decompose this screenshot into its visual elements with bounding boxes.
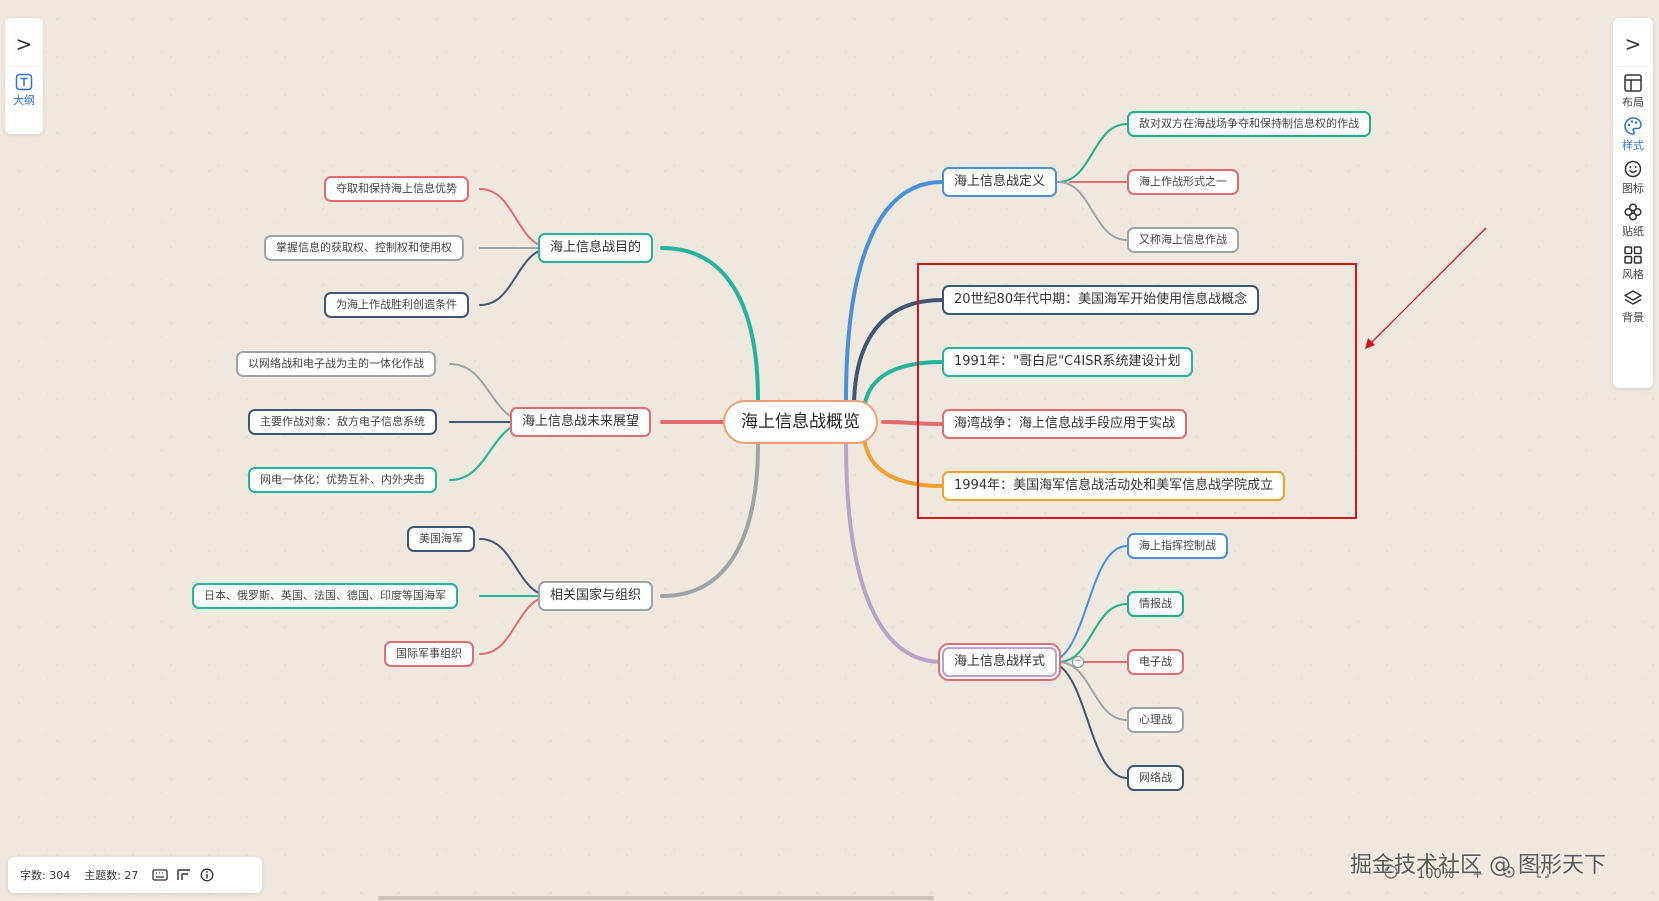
icon-button[interactable]: 图标 (1613, 159, 1653, 196)
edge-styles-2 (1057, 603, 1128, 663)
annotation-arrow (1368, 227, 1487, 346)
word-count: 字数: 304 (20, 869, 71, 882)
smiley-icon (1624, 160, 1642, 178)
layout-button[interactable]: 布局 (1613, 73, 1653, 110)
keyboard-icon[interactable] (152, 868, 169, 882)
divider (9, 66, 39, 67)
edge-root-countries (660, 442, 760, 598)
subtopic-future-2[interactable]: 主要作战对象：敌方电子信息系统 (248, 409, 437, 435)
mindmap-canvas (449, 123, 1487, 779)
left-toolbar: > 大纲 (5, 18, 43, 134)
subtopic-countries-2[interactable]: 日本、俄罗斯、英国、法国、德国、印度等国海军 (192, 583, 458, 609)
icon-label: 图标 (1622, 182, 1644, 195)
background-label: 背景 (1622, 311, 1644, 324)
expand-right-button[interactable]: > (1613, 32, 1653, 56)
subtopic-goal-1[interactable]: 夺取和保持海上信息优势 (324, 176, 469, 202)
sticker-icon (1624, 203, 1642, 221)
watermark: 掘金技术社区 @ 图形天下 (1350, 853, 1606, 878)
info-icon[interactable] (200, 868, 214, 882)
sticker-label: 贴纸 (1622, 225, 1644, 238)
expand-left-button[interactable]: > (5, 32, 43, 56)
right-toolbar: > 布局 样式 图标 贴纸 风格 背景 (1613, 18, 1653, 388)
outline-icon (15, 73, 33, 91)
layers-icon (1624, 290, 1642, 305)
style-button[interactable]: 样式 (1613, 116, 1653, 153)
root-topic[interactable]: 海上信息战概览 (723, 400, 878, 444)
subtopic-styles-1[interactable]: 海上指挥控制战 (1127, 533, 1228, 559)
subtopic-styles-3[interactable]: 电子战 (1127, 649, 1184, 675)
background-button[interactable]: 背景 (1613, 288, 1653, 325)
subtopic-future-3[interactable]: 网电一体化：优势互补、内外夹击 (248, 467, 437, 493)
topic-history-4[interactable]: 1994年：美国海军信息战活动处和美军信息战学院成立 (942, 471, 1286, 501)
theme-label: 风格 (1622, 268, 1644, 281)
subtopic-definition-1[interactable]: 敌对双方在海战场争夺和保持制信息权的作战 (1127, 111, 1371, 137)
subtopic-goal-3[interactable]: 为海上作战胜利创造条件 (324, 292, 469, 318)
topic-history-3[interactable]: 海湾战争：海上信息战手段应用于实战 (942, 409, 1188, 439)
subtopic-countries-3[interactable]: 国际军事组织 (384, 641, 474, 667)
theme-grid-icon (1624, 246, 1642, 264)
edge-styles-1 (1047, 545, 1128, 663)
subtopic-future-1[interactable]: 以网络战和电子战为主的一体化作战 (236, 351, 436, 377)
horizontal-scrollbar[interactable] (378, 896, 934, 900)
outline-button[interactable]: 大纲 (5, 73, 43, 108)
divider (1617, 66, 1649, 67)
edge-definition-1 (1057, 123, 1128, 183)
subtopic-countries-1[interactable]: 美国海军 (407, 526, 475, 552)
fullscreen-layout-icon[interactable] (176, 868, 192, 882)
edge-definition-3 (1057, 181, 1128, 241)
topic-goal[interactable]: 海上信息战目的 (538, 233, 654, 263)
topic-styles[interactable]: 海上信息战样式 (942, 647, 1058, 677)
topic-count: 主题数: 27 (84, 869, 139, 882)
subtopic-styles-2[interactable]: 情报战 (1127, 591, 1184, 617)
layout-label: 布局 (1622, 96, 1644, 109)
theme-button[interactable]: 风格 (1613, 245, 1653, 282)
layout-icon (1624, 74, 1642, 92)
subtopic-goal-2[interactable]: 掌握信息的获取权、控制权和使用权 (264, 235, 464, 261)
edge-styles-5 (1047, 661, 1128, 779)
topic-history-2[interactable]: 1991年："哥白尼"C4ISR系统建设计划 (942, 347, 1193, 377)
topic-countries[interactable]: 相关国家与组织 (538, 581, 654, 611)
topic-history-1[interactable]: 20世纪80年代中期：美国海军开始使用信息战概念 (942, 285, 1260, 315)
subtopic-styles-4[interactable]: 心理战 (1127, 707, 1184, 733)
subtopic-definition-2[interactable]: 海上作战形式之一 (1127, 169, 1239, 195)
sticker-button[interactable]: 贴纸 (1613, 202, 1653, 239)
topic-future[interactable]: 海上信息战未来展望 (510, 407, 652, 437)
outline-label: 大纲 (13, 94, 35, 107)
style-label: 样式 (1622, 139, 1644, 152)
topic-definition[interactable]: 海上信息战定义 (942, 167, 1058, 197)
subtopic-definition-3[interactable]: 又称海上信息作战 (1127, 227, 1239, 253)
edge-styles-4 (1057, 661, 1128, 721)
edge-root-goal (660, 246, 760, 402)
collapse-toggle[interactable]: − (1072, 656, 1084, 668)
palette-icon (1624, 117, 1642, 135)
status-bar: 字数: 304 主题数: 27 (8, 857, 262, 893)
subtopic-styles-5[interactable]: 网络战 (1127, 765, 1184, 791)
